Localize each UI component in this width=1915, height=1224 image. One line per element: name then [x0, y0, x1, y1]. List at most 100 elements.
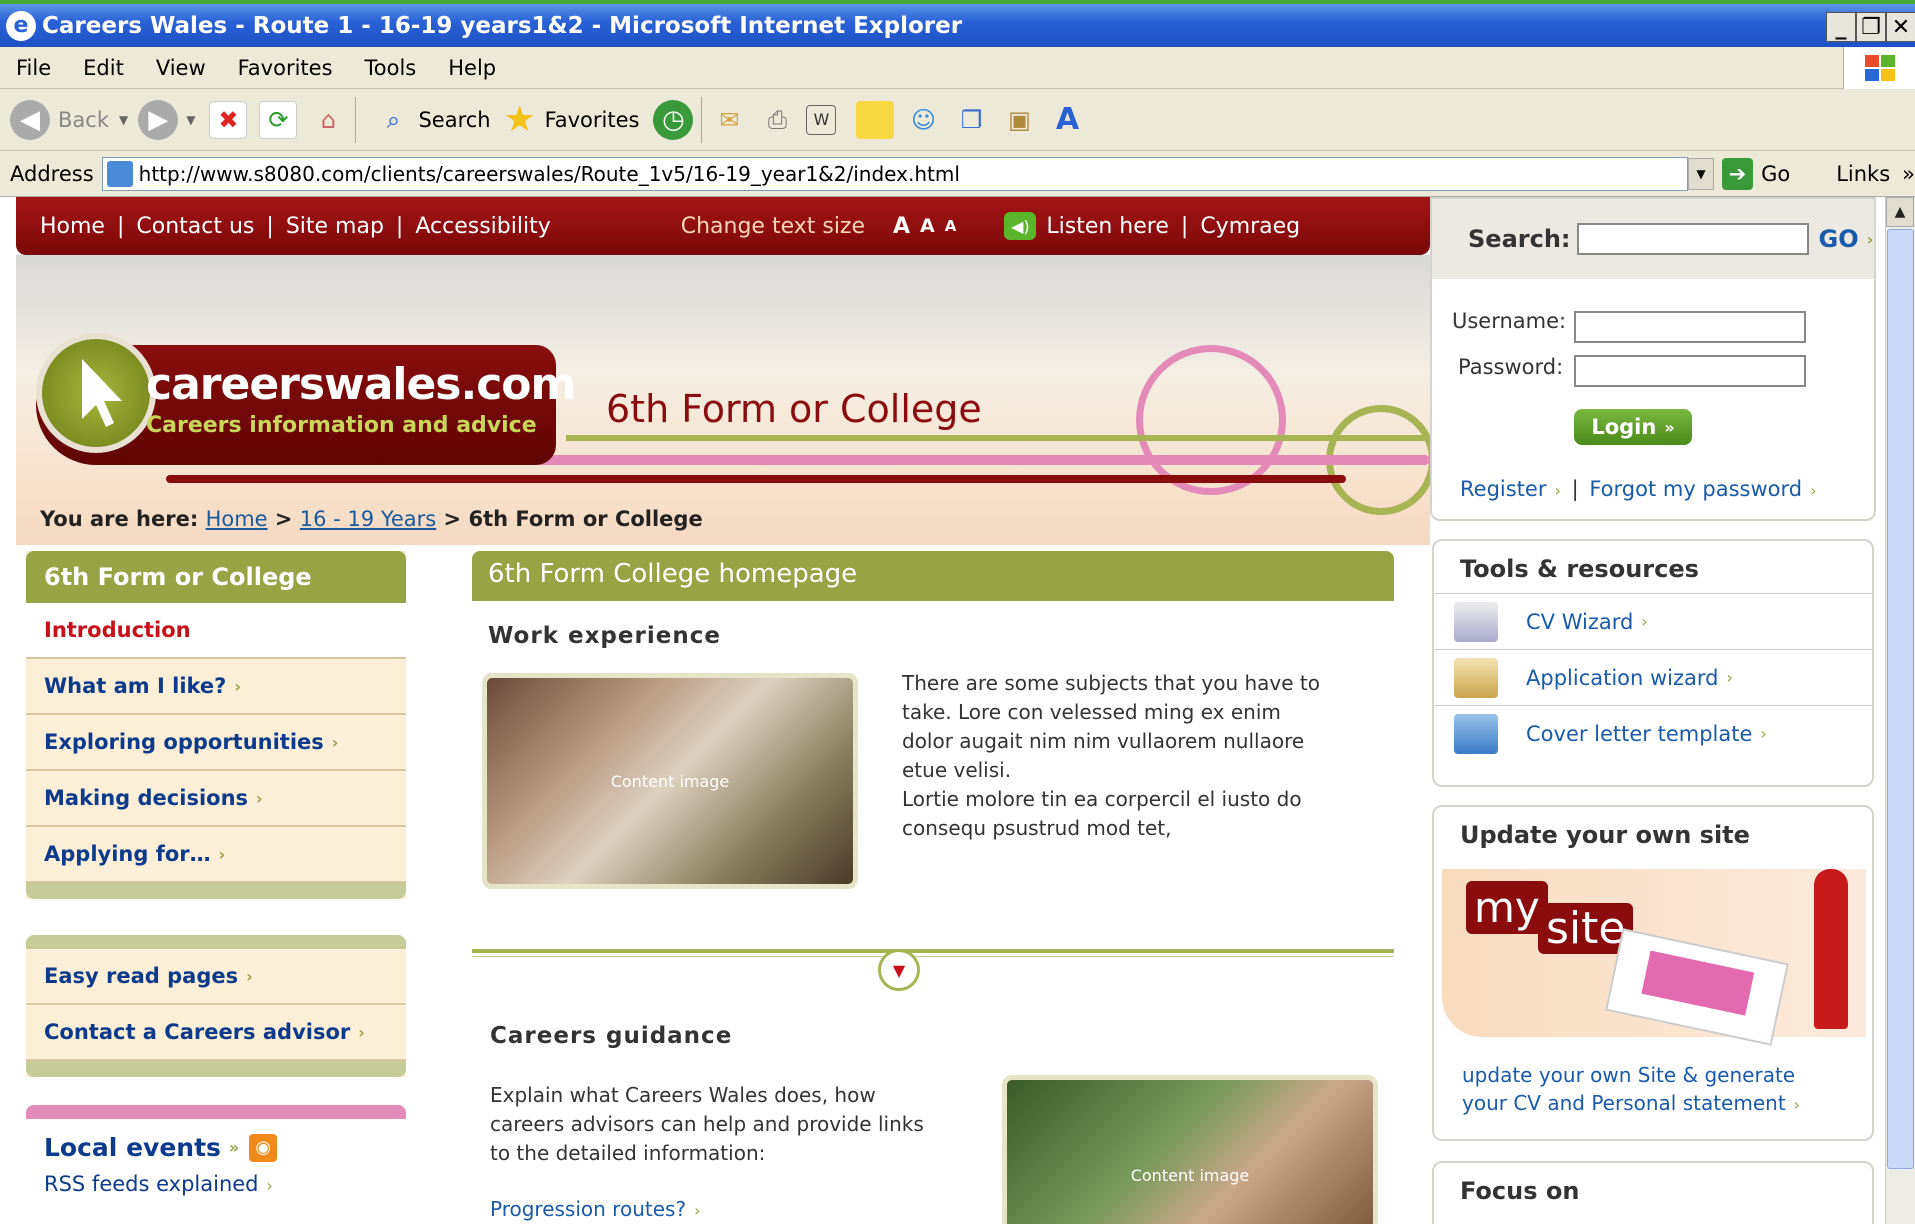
nav-item-making-decisions[interactable]: Making decisions ›	[26, 771, 406, 827]
nav-item-easy-read[interactable]: Easy read pages ›	[26, 949, 406, 1005]
text-size-medium[interactable]: A	[920, 215, 935, 237]
focus-panel: Focus on	[1432, 1161, 1874, 1224]
tool-cover-letter[interactable]: Cover letter template ›	[1434, 705, 1872, 761]
mail-icon[interactable]: ✉	[710, 101, 748, 139]
go-button[interactable]: Go	[1761, 162, 1790, 186]
chevron-down-icon[interactable]: ▼	[878, 949, 920, 991]
nav-item-what-am-i-like[interactable]: What am I like? ›	[26, 659, 406, 715]
breadcrumb-level[interactable]: 16 - 19 Years	[300, 507, 436, 531]
notes-icon[interactable]	[856, 100, 895, 139]
print-icon[interactable]: ⎙	[758, 101, 796, 139]
rss-icon[interactable]: ◉	[249, 1133, 278, 1162]
menu-help[interactable]: Help	[432, 56, 512, 80]
main-title: 6th Form College homepage	[472, 551, 1394, 601]
rss-link[interactable]: RSS feeds explained ›	[26, 1162, 406, 1206]
mysite-banner[interactable]: my site	[1442, 869, 1866, 1046]
tool-application-wizard[interactable]: Application wizard ›	[1434, 649, 1872, 705]
speaker-icon[interactable]: ◀)	[1004, 212, 1037, 240]
decorative-line	[166, 475, 1346, 483]
cymraeg-link[interactable]: Cymraeg	[1200, 214, 1300, 239]
main-content: 6th Form College homepage Work experienc…	[472, 551, 1394, 1224]
arrow-icon: ›	[1554, 481, 1561, 500]
mysite-title: Update your own site	[1460, 821, 1750, 849]
local-events-title[interactable]: Local events» ◉	[26, 1119, 406, 1162]
forgot-password-link[interactable]: Forgot my password	[1589, 477, 1802, 501]
menu-file[interactable]: File	[0, 56, 67, 80]
history-icon[interactable]: ◷	[653, 99, 694, 140]
chevron-right-icon[interactable]: »	[1902, 162, 1915, 186]
tools-panel: Tools & resources CV Wizard › Application…	[1432, 539, 1874, 787]
section-divider	[472, 949, 1394, 957]
nav-item-exploring[interactable]: Exploring opportunities ›	[26, 715, 406, 771]
nav-home[interactable]: Home	[40, 214, 105, 239]
search-button[interactable]: ⌕ Search	[374, 95, 491, 145]
address-input[interactable]: http://www.s8080.com/clients/careerswale…	[101, 156, 1689, 191]
document-icon	[1454, 713, 1498, 754]
links-button[interactable]: Links	[1836, 162, 1890, 186]
work-experience-title: Work experience	[488, 623, 721, 649]
font-size-icon[interactable]: A	[1048, 101, 1086, 139]
nav-contact[interactable]: Contact us	[136, 214, 254, 239]
stop-icon[interactable]: ✖	[209, 100, 248, 139]
dropdown-icon: ▼	[118, 112, 129, 127]
work-experience-text-2: Lortie molore tin ea corpercil el iusto …	[902, 787, 1302, 840]
vertical-scrollbar[interactable]: ▲	[1885, 197, 1915, 1224]
nav-item-applying[interactable]: Applying for… ›	[26, 827, 406, 883]
scroll-up-icon[interactable]: ▲	[1886, 197, 1914, 227]
arrow-icon: ›	[234, 676, 241, 696]
section-nav: 6th Form or College Introduction What am…	[26, 551, 406, 899]
search-input[interactable]	[1576, 223, 1809, 255]
nav-sitemap[interactable]: Site map	[286, 214, 384, 239]
back-button[interactable]: ◀ Back ▼	[10, 95, 128, 145]
username-input[interactable]	[1574, 311, 1806, 343]
decorative-swirl	[1136, 345, 1286, 495]
arrow-icon: ›	[266, 1176, 273, 1195]
arrow-icon: ›	[218, 844, 226, 864]
breadcrumb-home[interactable]: Home	[206, 507, 268, 531]
password-label: Password:	[1458, 355, 1564, 379]
menu-edit[interactable]: Edit	[67, 56, 140, 80]
address-bar: Address http://www.s8080.com/clients/car…	[0, 151, 1915, 197]
close-button[interactable]: ✕	[1886, 12, 1915, 42]
text-size-small[interactable]: A	[945, 217, 957, 235]
refresh-icon[interactable]: ⟳	[259, 100, 298, 139]
mysite-link[interactable]: update your own Site & generate your CV …	[1462, 1061, 1842, 1119]
menu-tools[interactable]: Tools	[349, 56, 433, 80]
listen-link[interactable]: Listen here	[1046, 214, 1169, 239]
messenger-icon[interactable]: ☺	[904, 101, 942, 139]
text-size-large[interactable]: A	[893, 214, 910, 239]
nav-item-introduction[interactable]: Introduction	[26, 603, 406, 659]
search-go-button[interactable]: GO	[1819, 225, 1859, 253]
work-experience-text: There are some subjects that you have to…	[902, 671, 1320, 782]
word-edit-icon[interactable]: W	[806, 104, 837, 135]
copy-icon[interactable]: ❐	[952, 101, 990, 139]
windows-logo-icon	[1843, 47, 1915, 89]
nav-accessibility[interactable]: Accessibility	[415, 214, 550, 239]
go-arrow-icon[interactable]: ➔	[1721, 157, 1754, 190]
password-input[interactable]	[1574, 355, 1806, 387]
menu-view[interactable]: View	[140, 56, 222, 80]
nav-item-contact-advisor[interactable]: Contact a Careers advisor ›	[26, 1005, 406, 1061]
login-button[interactable]: Login»	[1574, 409, 1692, 445]
page-icon	[106, 160, 133, 187]
register-link[interactable]: Register	[1460, 477, 1546, 501]
toolbar-separator	[355, 96, 357, 143]
paste-icon[interactable]: ▣	[1000, 101, 1038, 139]
search-label: Search	[418, 107, 491, 132]
careers-guidance-text: Explain what Careers Wales does, how car…	[490, 1083, 924, 1165]
forward-button[interactable]: ▶ ▼	[138, 95, 195, 145]
home-icon[interactable]: ⌂	[309, 101, 347, 139]
progression-link[interactable]: Progression routes? ›	[490, 1197, 700, 1221]
menu-favorites[interactable]: Favorites	[222, 56, 349, 80]
section-title: 6th Form or College	[606, 387, 982, 431]
restore-button[interactable]: ❐	[1856, 12, 1886, 42]
careers-guidance-image: Content image	[1002, 1075, 1378, 1224]
local-events: Local events» ◉ RSS feeds explained ›	[26, 1105, 406, 1224]
scroll-thumb[interactable]	[1887, 229, 1914, 1169]
favorites-button[interactable]: ★ Favorites	[501, 95, 639, 145]
tool-cv-wizard[interactable]: CV Wizard ›	[1434, 593, 1872, 649]
minimize-button[interactable]: _	[1826, 12, 1856, 42]
arrow-icon: ›	[1726, 668, 1733, 687]
decorative-line	[566, 435, 1430, 441]
address-dropdown-icon[interactable]: ▼	[1688, 157, 1714, 190]
